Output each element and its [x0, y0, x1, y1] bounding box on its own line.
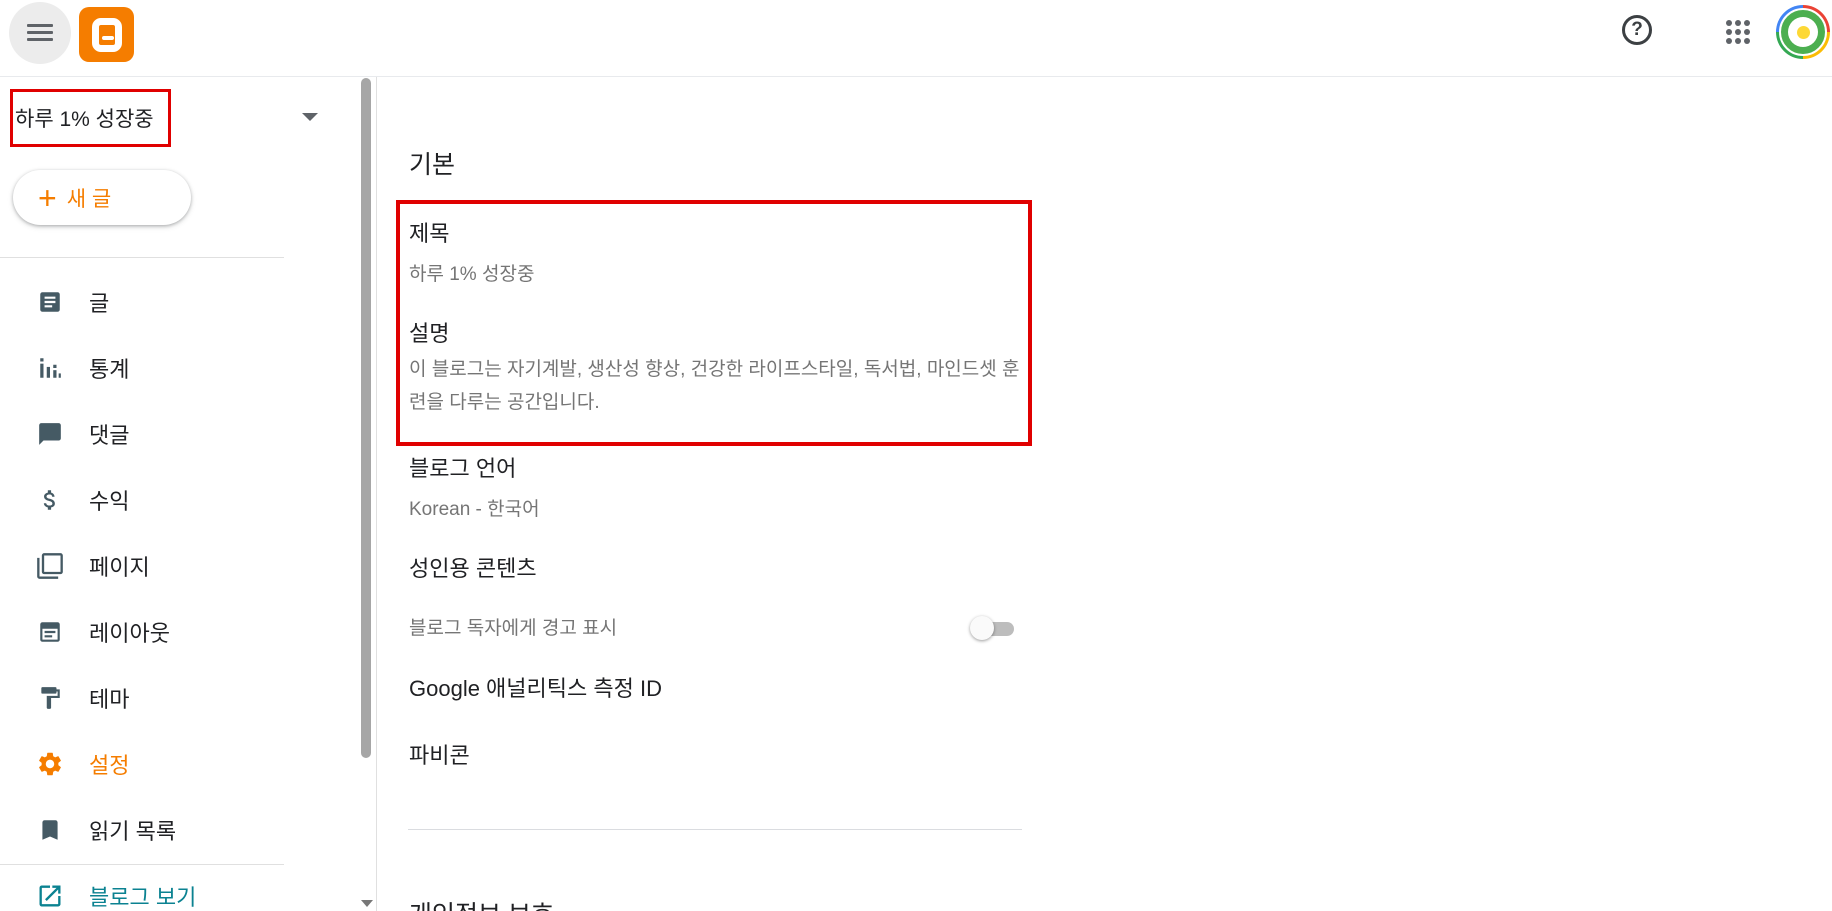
sidebar-item-label: 블로그 보기 [89, 885, 197, 910]
new-post-button[interactable]: + 새 글 [13, 170, 191, 225]
section-title-privacy: 개인정보 보호 [409, 895, 554, 911]
stats-icon [36, 354, 64, 382]
sidebar-item-layout[interactable]: 레이아웃 [0, 607, 284, 657]
description-setting-value[interactable]: 이 블로그는 자기계발, 생산성 향상, 건강한 라이프스타일, 독서법, 마인… [409, 353, 1024, 419]
sidebar-scrollbar-thumb[interactable] [361, 78, 371, 758]
comments-icon [36, 420, 64, 448]
pages-icon [36, 552, 64, 580]
top-app-bar: ? [0, 0, 1832, 77]
blogger-logo-icon[interactable] [79, 7, 134, 62]
sidebar-item-comments[interactable]: 댓글 [0, 409, 284, 459]
sidebar-item-settings[interactable]: 설정 [0, 739, 284, 789]
adult-content-label: 성인용 콘텐츠 [409, 556, 537, 581]
sidebar-divider [0, 257, 284, 258]
language-setting-label[interactable]: 블로그 언어 [409, 451, 516, 483]
sidebar-item-earnings[interactable]: 수익 [0, 475, 284, 525]
scroll-down-arrow-icon[interactable] [361, 900, 373, 907]
sidebar-item-label: 통계 [89, 357, 130, 382]
hamburger-menu-icon[interactable] [9, 2, 71, 64]
dollar-icon [36, 486, 64, 514]
new-post-label: 새 글 [66, 187, 112, 211]
section-title-basic: 기본 [409, 151, 456, 179]
settings-main: 기본 제목 하루 1% 성장중 설명 이 블로그는 자기계발, 생산성 향상, … [377, 77, 1832, 911]
sidebar-item-posts[interactable]: 글 [0, 277, 284, 327]
sidebar-item-label: 테마 [89, 687, 130, 712]
section-divider [408, 829, 1022, 830]
sidebar-item-theme[interactable]: 테마 [0, 673, 284, 723]
title-setting-value[interactable]: 하루 1% 성장중 [409, 259, 534, 286]
description-setting-label[interactable]: 설명 [409, 316, 449, 348]
sidebar-divider [0, 864, 284, 865]
language-setting-value[interactable]: Korean - 한국어 [409, 494, 540, 521]
posts-icon [36, 288, 64, 316]
chevron-down-icon[interactable] [302, 113, 318, 121]
layout-icon [36, 618, 64, 646]
gear-icon [36, 750, 64, 778]
title-setting-label[interactable]: 제목 [409, 216, 449, 248]
plus-icon: + [38, 179, 57, 216]
bookmark-icon [36, 816, 64, 844]
help-circle-icon[interactable]: ? [1622, 15, 1652, 45]
favicon-label[interactable]: 파비콘 [409, 738, 470, 770]
sidebar-item-label: 글 [89, 291, 110, 316]
sidebar-item-label: 읽기 목록 [89, 819, 177, 844]
sidebar-item-reading-list[interactable]: 읽기 목록 [0, 805, 284, 855]
theme-icon [36, 684, 64, 712]
adult-content-toggle[interactable] [970, 615, 1016, 641]
blog-name-selector[interactable]: 하루 1% 성장중 [10, 89, 171, 147]
sidebar-item-label: 댓글 [89, 423, 130, 448]
sidebar-item-stats[interactable]: 통계 [0, 343, 284, 393]
sidebar: 하루 1% 성장중 + 새 글 글 통계 댓글 수익 페이지 레이아웃 테마 설… [0, 77, 362, 911]
avatar[interactable] [1776, 5, 1830, 59]
sidebar-item-pages[interactable]: 페이지 [0, 541, 284, 591]
apps-grid-icon[interactable] [1726, 20, 1750, 44]
analytics-id-label[interactable]: Google 애널리틱스 측정 ID [409, 671, 662, 703]
sidebar-item-view-blog[interactable]: 블로그 보기 [0, 871, 284, 911]
adult-content-toggle-label: 블로그 독자에게 경고 표시 [409, 618, 618, 639]
sidebar-item-label: 설정 [89, 753, 130, 778]
sidebar-item-label: 페이지 [89, 555, 150, 580]
sidebar-item-label: 레이아웃 [89, 621, 170, 646]
open-external-icon [36, 882, 64, 910]
sidebar-item-label: 수익 [89, 489, 130, 514]
